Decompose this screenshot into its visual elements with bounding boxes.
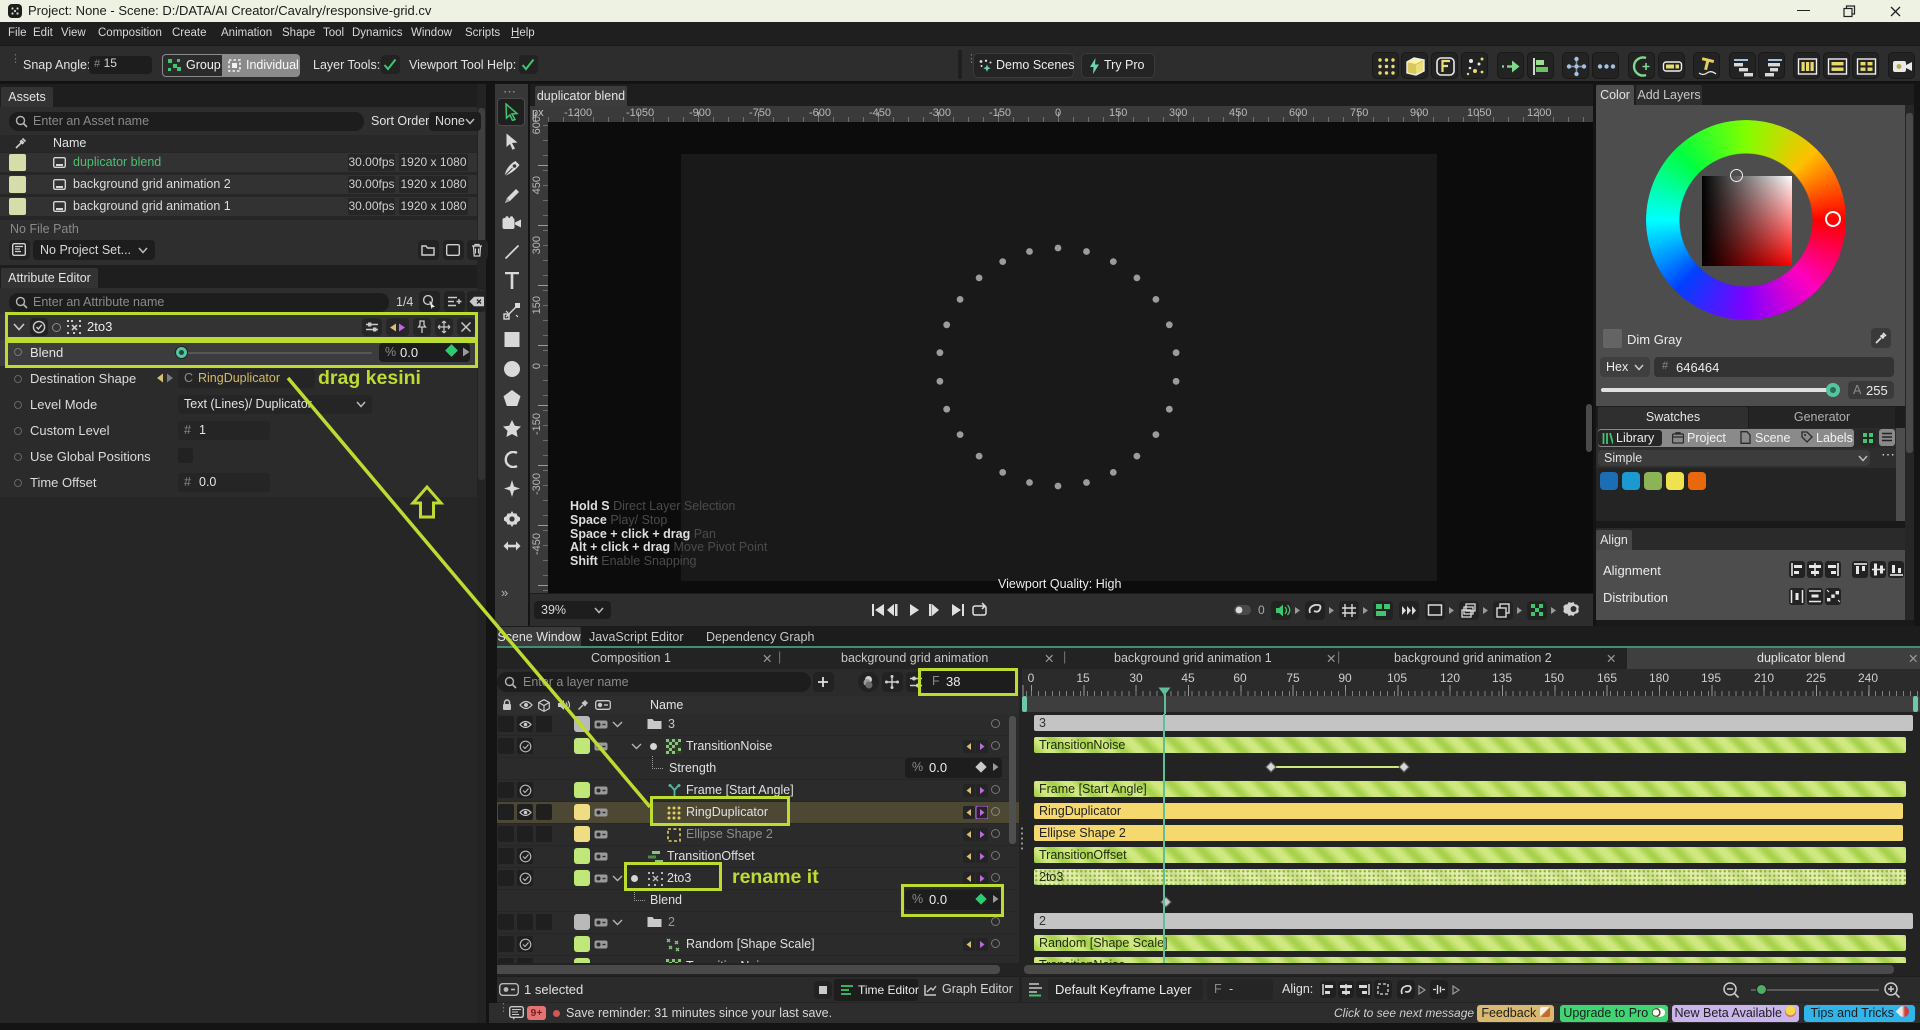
svg-text:0: 0 [1258, 603, 1265, 617]
